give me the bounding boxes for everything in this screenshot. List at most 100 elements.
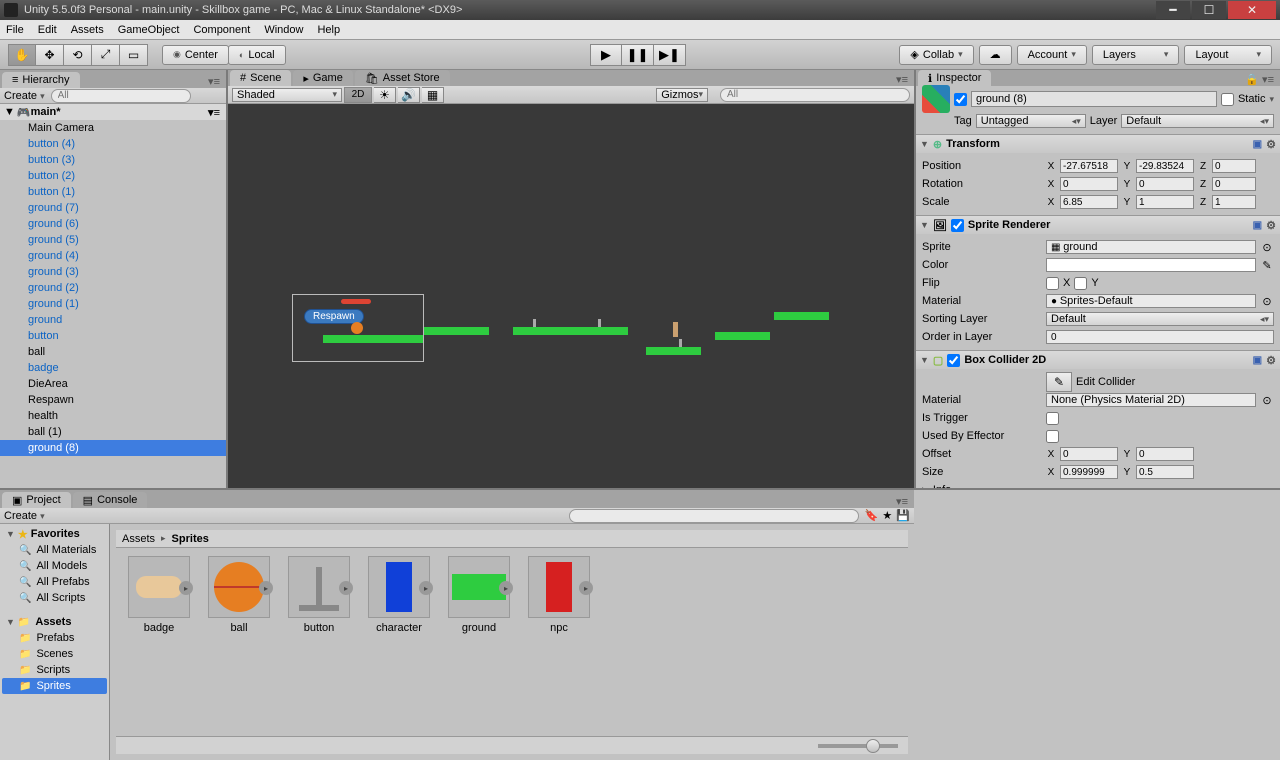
gear-icon[interactable]: ⚙ [1266, 138, 1276, 151]
fav-all-models[interactable]: 🔍All Models [2, 558, 107, 574]
hierarchy-item[interactable]: ball [0, 344, 226, 360]
position-y-input[interactable] [1136, 159, 1194, 173]
asset-store-tab[interactable]: 🛍 Asset Store [355, 70, 450, 86]
hierarchy-item[interactable]: DieArea [0, 376, 226, 392]
scene-lighting-toggle[interactable]: ☀ [374, 87, 396, 103]
sorting-layer-dropdown[interactable]: Default◂▾ [1046, 312, 1274, 326]
scene-gizmos-dropdown[interactable]: Gizmos ▾ [656, 88, 708, 102]
hierarchy-item[interactable]: ground [0, 312, 226, 328]
gear-icon[interactable]: ⚙ [1266, 219, 1276, 232]
hierarchy-item[interactable]: ground (4) [0, 248, 226, 264]
menu-gameobject[interactable]: GameObject [118, 24, 180, 36]
rotation-z-input[interactable] [1212, 177, 1256, 191]
offset-x-input[interactable] [1060, 447, 1118, 461]
rotation-x-input[interactable] [1060, 177, 1118, 191]
offset-y-input[interactable] [1136, 447, 1194, 461]
folder-scenes[interactable]: 📁Scenes [2, 646, 107, 662]
asset-ball[interactable]: ▸ball [204, 556, 274, 634]
position-z-input[interactable] [1212, 159, 1256, 173]
used-by-effector-checkbox[interactable] [1046, 430, 1059, 443]
hierarchy-item[interactable]: button (2) [0, 168, 226, 184]
rotate-tool[interactable]: ⟲ [64, 44, 92, 66]
menu-edit[interactable]: Edit [38, 24, 57, 36]
scene-shading-dropdown[interactable]: Shaded▾ [232, 88, 342, 102]
asset-badge[interactable]: ▸badge [124, 556, 194, 634]
asset-expand-icon[interactable]: ▸ [419, 581, 433, 595]
menu-help[interactable]: Help [317, 24, 340, 36]
window-minimize-button[interactable]: ━ [1156, 1, 1190, 19]
window-close-button[interactable]: ✕ [1228, 1, 1276, 19]
rect-tool[interactable]: ▭ [120, 44, 148, 66]
box-collider-header[interactable]: ▼▢ Box Collider 2D▣ ⚙ [916, 351, 1280, 369]
hierarchy-tab[interactable]: ≡Hierarchy [2, 72, 80, 88]
info-foldout[interactable]: Info [933, 484, 951, 488]
play-button[interactable]: ▶ [590, 44, 622, 66]
size-x-input[interactable] [1060, 465, 1118, 479]
asset-expand-icon[interactable]: ▸ [179, 581, 193, 595]
fav-all-scripts[interactable]: 🔍All Scripts [2, 590, 107, 606]
gear-icon[interactable]: ⚙ [1266, 354, 1276, 367]
menu-window[interactable]: Window [264, 24, 303, 36]
asset-expand-icon[interactable]: ▸ [339, 581, 353, 595]
account-button[interactable]: Account▾ [1017, 45, 1087, 65]
sr-material-field[interactable]: ● Sprites-Default [1046, 294, 1256, 308]
order-in-layer-input[interactable] [1046, 330, 1274, 344]
hierarchy-create-dropdown[interactable]: Create ▾ [4, 90, 45, 102]
project-create-dropdown[interactable]: Create ▾ [4, 510, 45, 522]
scene-2d-toggle[interactable]: 2D [344, 87, 372, 103]
breadcrumb-sprites[interactable]: Sprites [172, 533, 209, 545]
inspector-panel-menu-icon[interactable]: 🔒 ▾≡ [1239, 73, 1280, 86]
scene-fx-toggle[interactable]: ▦ [422, 87, 444, 103]
fav-all-prefabs[interactable]: 🔍All Prefabs [2, 574, 107, 590]
scene-panel-menu-icon[interactable]: ▾≡ [890, 73, 914, 86]
sprite-field[interactable]: ▦ ground [1046, 240, 1256, 254]
hierarchy-item[interactable]: ground (3) [0, 264, 226, 280]
search-filter-icon[interactable]: 🔖 [865, 509, 879, 522]
menu-assets[interactable]: Assets [71, 24, 104, 36]
hierarchy-item[interactable]: ball (1) [0, 424, 226, 440]
scale-x-input[interactable] [1060, 195, 1118, 209]
asset-character[interactable]: ▸character [364, 556, 434, 634]
hierarchy-item[interactable]: badge [0, 360, 226, 376]
hierarchy-item[interactable]: Main Camera [0, 120, 226, 136]
favorites-header[interactable]: ▼★Favorites [2, 526, 107, 542]
layer-dropdown[interactable]: Default◂▾ [1121, 114, 1274, 128]
scale-y-input[interactable] [1136, 195, 1194, 209]
move-tool[interactable]: ✥ [36, 44, 64, 66]
asset-expand-icon[interactable]: ▸ [579, 581, 593, 595]
menu-component[interactable]: Component [193, 24, 250, 36]
hand-tool[interactable]: ✋ [8, 44, 36, 66]
sprite-renderer-header[interactable]: ▼🖼 Sprite Renderer▣ ⚙ [916, 216, 1280, 234]
hierarchy-item[interactable]: ground (6) [0, 216, 226, 232]
scene-audio-toggle[interactable]: 🔊 [398, 87, 420, 103]
asset-button[interactable]: ▸button [284, 556, 354, 634]
folder-sprites[interactable]: 📁Sprites [2, 678, 107, 694]
pivot-center-button[interactable]: ◉Center [162, 45, 229, 65]
menu-file[interactable]: File [6, 24, 24, 36]
collab-button[interactable]: ◈Collab▾ [899, 45, 973, 65]
scale-tool[interactable]: ⤢ [92, 44, 120, 66]
rotation-y-input[interactable] [1136, 177, 1194, 191]
is-trigger-checkbox[interactable] [1046, 412, 1059, 425]
help-icon[interactable]: ▣ [1253, 220, 1262, 231]
gameobject-active-checkbox[interactable] [954, 93, 967, 106]
tag-dropdown[interactable]: Untagged◂▾ [976, 114, 1086, 128]
folder-scripts[interactable]: 📁Scripts [2, 662, 107, 678]
hierarchy-item[interactable]: ground (7) [0, 200, 226, 216]
bc-material-field[interactable]: None (Physics Material 2D) [1046, 393, 1256, 407]
folder-prefabs[interactable]: 📁Prefabs [2, 630, 107, 646]
project-panel-menu-icon[interactable]: ▾≡ [890, 495, 914, 508]
hierarchy-item[interactable]: ground (8) [0, 440, 226, 456]
hierarchy-scene-root[interactable]: ▼🎮 main*▾≡ [0, 104, 226, 120]
hierarchy-item[interactable]: Respawn [0, 392, 226, 408]
hierarchy-item[interactable]: button (1) [0, 184, 226, 200]
panel-menu-icon[interactable]: ▾≡ [202, 75, 226, 88]
scene-search-input[interactable] [720, 88, 910, 102]
scene-tab[interactable]: # Scene [230, 70, 291, 86]
hierarchy-item[interactable]: health [0, 408, 226, 424]
game-tab[interactable]: ▸ Game [293, 70, 353, 86]
layers-dropdown[interactable]: Layers▾ [1092, 45, 1180, 65]
pivot-local-button[interactable]: ◐Local [228, 45, 286, 65]
asset-expand-icon[interactable]: ▸ [499, 581, 513, 595]
edit-collider-button[interactable]: ✎ [1046, 372, 1072, 392]
